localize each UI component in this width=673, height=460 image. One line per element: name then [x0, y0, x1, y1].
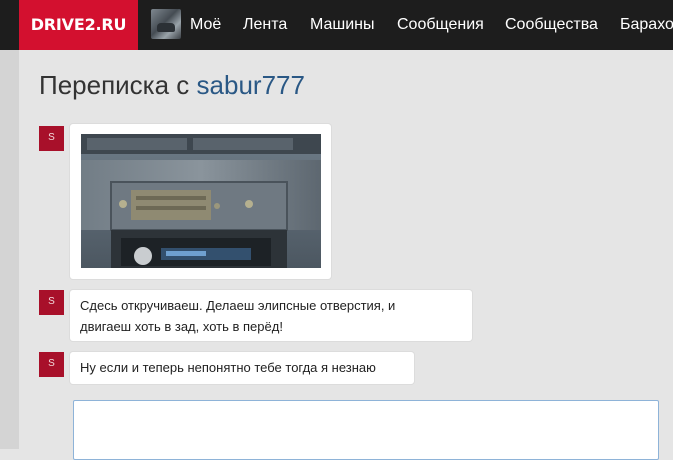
- conversation-user-link[interactable]: sabur777: [197, 70, 305, 100]
- message-bubble-image: [70, 124, 331, 279]
- nav-item-cars[interactable]: Машины: [310, 0, 375, 50]
- sender-avatar[interactable]: S: [39, 290, 64, 315]
- message-text-line: Сдесь откручиваеш. Делаеш элипсные отвер…: [80, 298, 396, 313]
- page-title-prefix: Переписка с: [39, 70, 190, 100]
- user-avatar-icon[interactable]: [151, 9, 181, 39]
- message-text-line: двигаеш хоть в зад, хоть в перёд!: [80, 319, 283, 334]
- message-photo[interactable]: [81, 134, 321, 268]
- message-text-line: Ну если и теперь непонятно тебе тогда я …: [80, 360, 376, 375]
- nav-item-communities[interactable]: Сообщества: [505, 0, 598, 50]
- reply-textarea[interactable]: [73, 400, 659, 460]
- left-sidebar-strip: [0, 50, 19, 449]
- nav-item-marketplace[interactable]: Барахо: [620, 0, 673, 50]
- nav-item-my[interactable]: Моё: [190, 0, 221, 50]
- page-title: Переписка с sabur777: [39, 70, 305, 101]
- sender-avatar[interactable]: S: [39, 126, 64, 151]
- message-bubble-text: Ну если и теперь непонятно тебе тогда я …: [70, 352, 414, 384]
- nav-item-messages[interactable]: Сообщения: [397, 0, 484, 50]
- top-navigation-bar: DRIVE2.RU Моё Лента Машины Сообщения Соо…: [0, 0, 673, 50]
- dashboard-photo-image: [81, 134, 321, 268]
- sender-avatar[interactable]: S: [39, 352, 64, 377]
- nav-item-feed[interactable]: Лента: [243, 0, 287, 50]
- message-bubble-text: Сдесь откручиваеш. Делаеш элипсные отвер…: [70, 290, 472, 341]
- site-logo[interactable]: DRIVE2.RU: [19, 0, 138, 50]
